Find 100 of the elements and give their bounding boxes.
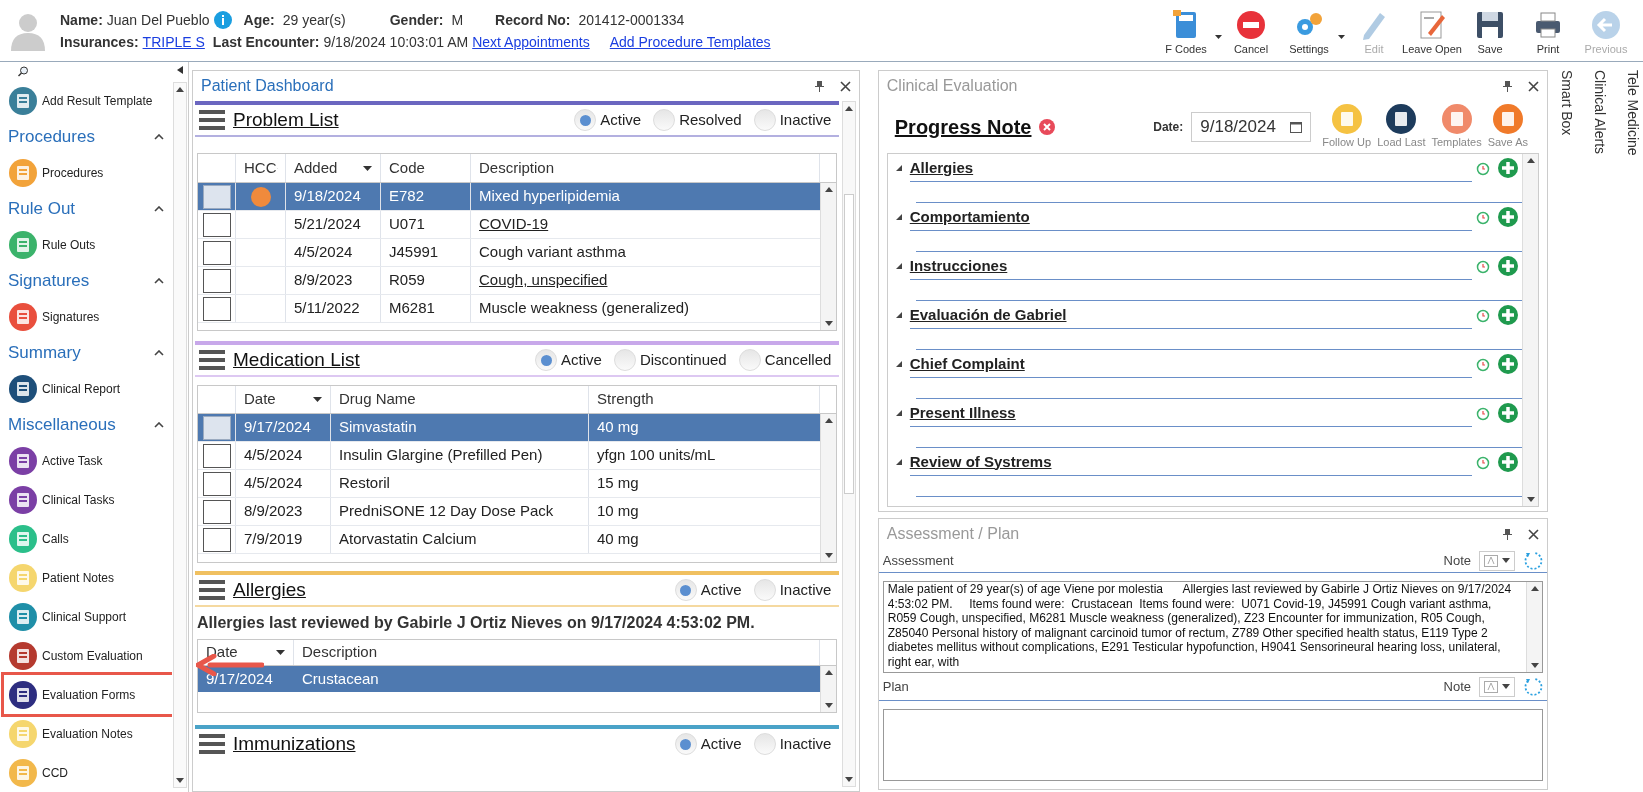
note-label: Note — [1443, 677, 1471, 696]
table-cell: R059 — [381, 267, 471, 294]
table-cell: Insulin Glargine (Prefilled Pen) — [331, 442, 589, 469]
table-row[interactable]: 4/5/2024 Restoril 15 mg — [198, 470, 821, 498]
date-field[interactable]: 9/18/2024 — [1191, 112, 1312, 142]
table-cell: PredniSONE 12 Day Dose Pack — [331, 498, 589, 525]
radio-label: Inactive — [779, 579, 832, 600]
table-cell: U071 — [381, 211, 471, 238]
section-title[interactable]: Allergies — [909, 156, 974, 179]
toolbar-button[interactable]: Leave Open — [1403, 8, 1461, 57]
note-label: Note — [1443, 551, 1471, 570]
table-row[interactable]: 7/9/2019 Atorvastatin Calcium 40 mg — [198, 526, 821, 554]
section-title[interactable]: Chief Complaint — [909, 352, 1025, 375]
section-title[interactable]: Medication List — [233, 345, 360, 375]
table-row[interactable]: 9/17/2024 Simvastatin 40 mg — [198, 414, 821, 442]
section-title[interactable]: Immunizations — [233, 729, 356, 759]
sidebar-item[interactable]: Active Task — [8, 441, 172, 480]
side-tab[interactable]: Smart Box — [1556, 70, 1577, 792]
table-row[interactable]: 5/21/2024 U071 COVID-19 — [198, 211, 821, 239]
column-header[interactable]: Drug Name — [331, 386, 589, 413]
toolbar-button[interactable]: Save — [1461, 8, 1519, 57]
action-button[interactable]: Save As — [1484, 103, 1531, 151]
sidebar-item[interactable]: Procedures — [8, 153, 172, 192]
panel-title: Patient Dashboard — [201, 76, 334, 96]
header-link[interactable]: Next Appointments — [472, 30, 590, 53]
table-row[interactable]: 9/18/2024 E782 Mixed hyperlipidemia — [198, 183, 821, 211]
table-cell-text: COVID-19 — [478, 214, 550, 235]
action-button[interactable]: Load Last — [1374, 103, 1429, 151]
sidebar-item[interactable]: CCD — [8, 753, 172, 792]
radio-label: Active — [561, 349, 602, 370]
sidebar-item[interactable]: Rule Outs — [8, 225, 172, 264]
table-cell: 7/9/2019 — [236, 526, 331, 553]
table-row[interactable]: 8/9/2023 R059 Cough, unspecified — [198, 267, 821, 295]
section-title[interactable]: Present Illness — [909, 401, 1016, 424]
section-title[interactable]: Instrucciones — [909, 254, 1008, 277]
toolbar-button[interactable]: Print — [1519, 8, 1577, 57]
assessment-text-area[interactable]: Male patient of 29 year(s) of age Viene por molestia Allergies last reviewed by Gabirle J Ortiz Nieves on 9/17/2024 4:53:02 PM. Items found were: Crustacean Items found were: U071 Covid-19, J45991 Cough variant asthma, R059 Cough, unspecified, M6281 Muscle weakness (generalized), Z23 Encounter for immunization, R05 Cough, Z85040 Personal history of malignant carcinoid tumor of rectum, Z789 Other specified health status, E119 Type 2 diabetes mellitus without complications, E291 Testicular hypofunction, H9041 Sensorineural hearing loss, unilateral, right ear, with — [882, 581, 1543, 673]
table-cell-text: 15 mg — [596, 473, 640, 494]
column-header[interactable]: Description — [294, 640, 821, 665]
action-button[interactable]: Follow Up — [1319, 103, 1375, 151]
table-row[interactable]: 4/5/2024 J45991 Cough variant asthma — [198, 239, 821, 267]
table-cell: Atorvastatin Calcium — [331, 526, 589, 553]
table-row[interactable]: 8/9/2023 PredniSONE 12 Day Dose Pack 10 mg — [198, 498, 821, 526]
patient-age: 29 year(s) — [282, 10, 346, 30]
insurance-link[interactable]: TRIPLE S — [142, 30, 205, 53]
radio-label: Active — [600, 109, 642, 130]
toolbar-button[interactable]: F Codes — [1157, 8, 1215, 57]
table-cell: 9/18/2024 — [286, 183, 381, 210]
radio-label: Active — [700, 579, 742, 600]
radio-label: Inactive — [779, 733, 832, 754]
toolbar-button[interactable]: Cancel — [1222, 8, 1280, 57]
group-header[interactable]: Rule Out — [8, 192, 172, 225]
section-title[interactable]: Comportamiento — [909, 205, 1030, 228]
last-encounter: 9/18/2024 10:03:01 AM — [323, 32, 469, 52]
section-title[interactable]: Problem List — [233, 105, 339, 135]
group-header[interactable]: Procedures — [8, 120, 172, 153]
section-title[interactable]: Evaluación de Gabriel — [909, 303, 1067, 326]
field-label: Gender: — [389, 10, 444, 30]
table-cell-text: Muscle weakness (generalized) — [478, 298, 691, 319]
sidebar-item[interactable]: Evaluation Forms — [4, 675, 172, 714]
group-header[interactable]: Signatures — [8, 264, 172, 297]
table-cell-text: Cough variant asthma — [478, 242, 627, 263]
radio-label: Discontinued — [639, 349, 727, 370]
sidebar-item[interactable]: Clinical Report — [8, 369, 172, 408]
section-title[interactable]: Allergies — [233, 575, 306, 605]
panel-title: Clinical Evaluation — [886, 76, 1018, 96]
column-header[interactable]: Description — [471, 154, 821, 182]
table-cell-text: 10 mg — [596, 501, 640, 522]
sidebar-item[interactable]: Evaluation Notes — [8, 714, 172, 753]
table-cell: 4/5/2024 — [236, 442, 331, 469]
column-header[interactable]: Date — [236, 386, 331, 413]
sidebar-item[interactable]: Signatures — [8, 297, 172, 336]
sidebar-item[interactable]: Clinical Tasks — [8, 480, 172, 519]
group-header[interactable]: Summary — [8, 336, 172, 369]
header-link[interactable]: Add Procedure Templates — [609, 30, 771, 53]
table-cell: 5/21/2024 — [286, 211, 381, 238]
table-cell: 4/5/2024 — [286, 239, 381, 266]
table-cell: 8/9/2023 — [236, 498, 331, 525]
column-header[interactable]: Strength — [589, 386, 821, 413]
sidebar-item[interactable]: Clinical Support — [8, 597, 172, 636]
section-title[interactable]: Review of Systrems — [909, 450, 1052, 473]
toolbar-button[interactable]: Settings — [1280, 8, 1338, 57]
sidebar-item[interactable]: Calls — [8, 519, 172, 558]
group-header[interactable]: Miscellaneous — [8, 408, 172, 441]
radio-label: Inactive — [779, 109, 832, 130]
column-header[interactable]: Code — [381, 154, 471, 182]
table-row[interactable]: 5/11/2022 M6281 Muscle weakness (generalized) — [198, 295, 821, 323]
sidebar-item[interactable]: Custom Evaluation — [8, 636, 172, 675]
action-button[interactable]: Templates — [1428, 103, 1485, 151]
table-cell-text: yfgn 100 units/mL — [596, 445, 717, 466]
radio-label: Resolved — [679, 109, 742, 130]
column-header[interactable]: Added — [286, 154, 381, 182]
table-cell: E782 — [381, 183, 471, 210]
side-tab[interactable]: Tele Medicine — [1622, 70, 1643, 792]
table-row[interactable]: 9/17/2024 Crustacean — [198, 666, 821, 692]
side-tab[interactable]: Clinical Alerts — [1589, 70, 1610, 792]
sidebar-item[interactable]: Add Result Template — [8, 81, 172, 120]
table-row[interactable]: 4/5/2024 Insulin Glargine (Prefilled Pen) yfgn 100 units/mL — [198, 442, 821, 470]
column-header[interactable]: HCC — [236, 154, 286, 182]
sidebar-item[interactable]: Patient Notes — [8, 558, 172, 597]
